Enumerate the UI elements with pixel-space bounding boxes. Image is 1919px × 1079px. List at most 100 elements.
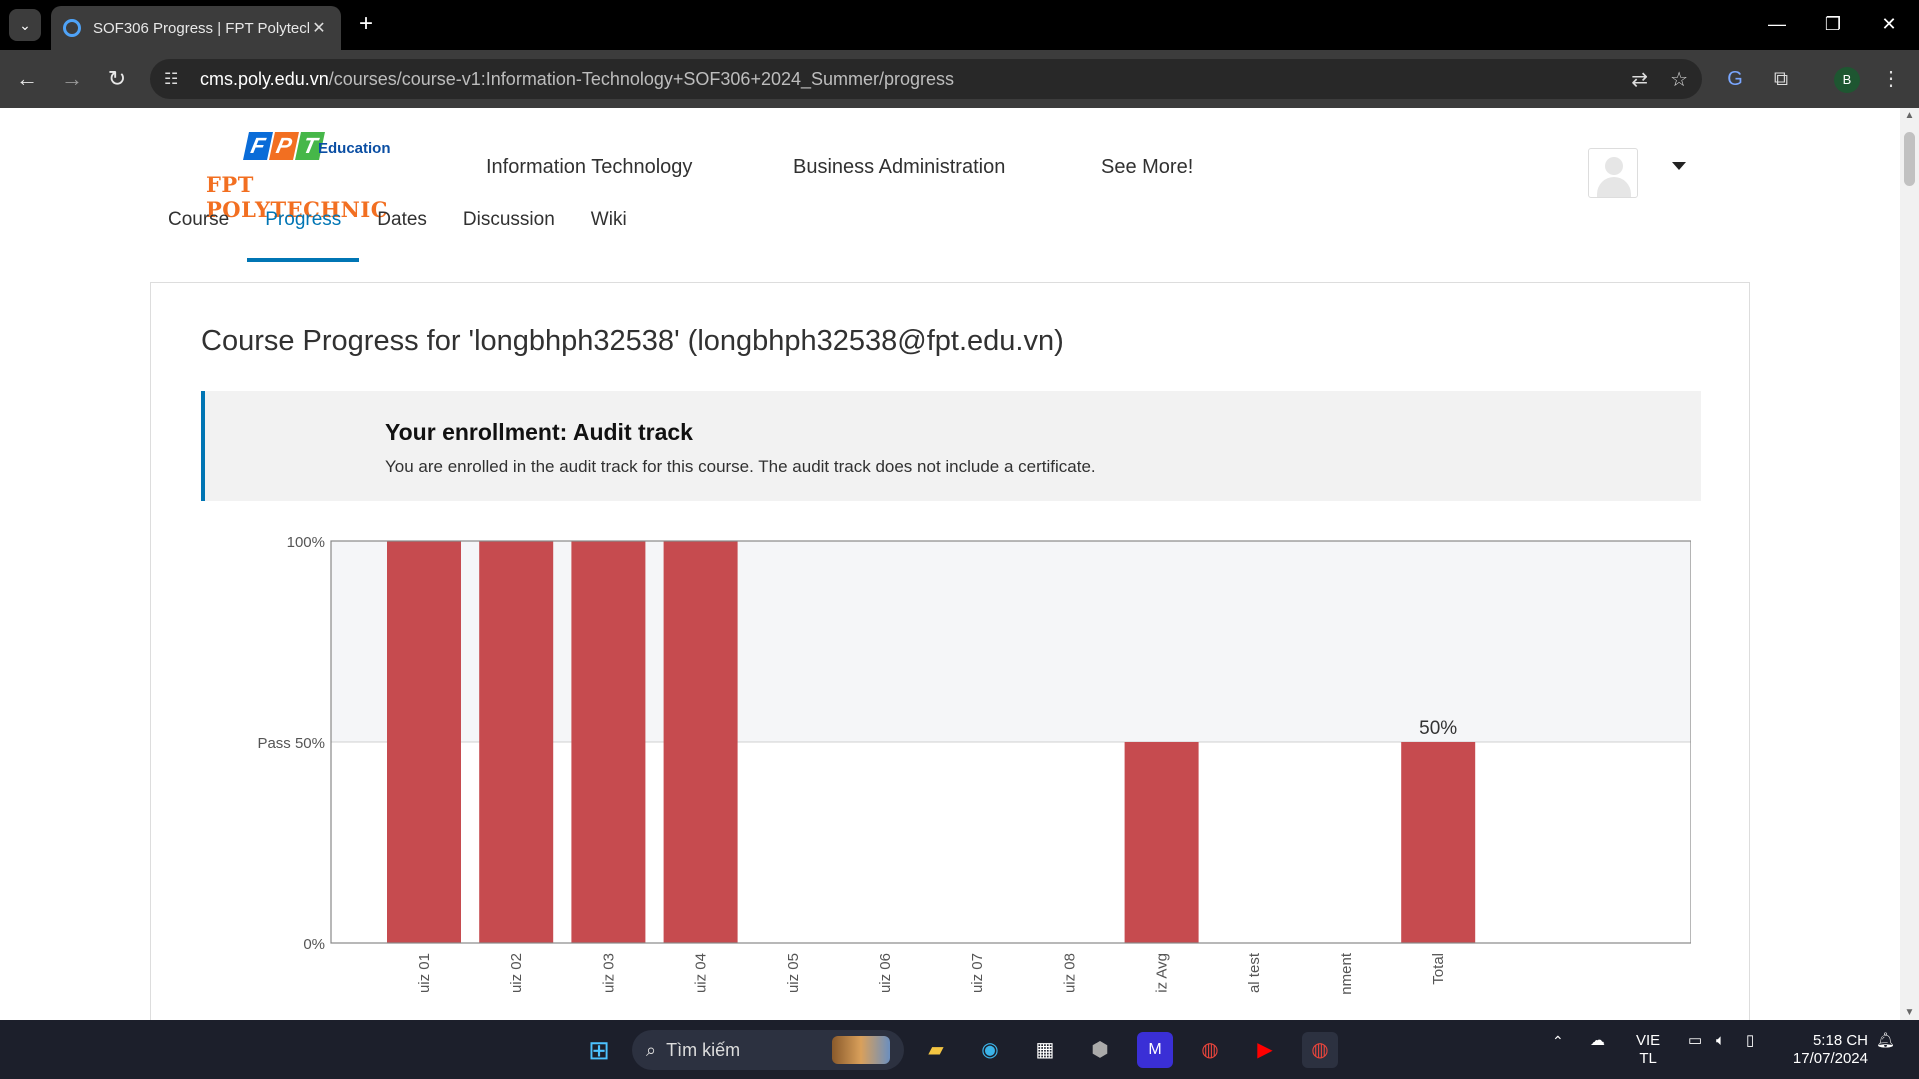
nav-see-more[interactable]: See More! bbox=[1101, 156, 1193, 179]
forward-icon[interactable]: → bbox=[57, 64, 87, 94]
x-tick-label-1: uiz 01 bbox=[416, 953, 433, 993]
taskbar-search-label: Tìm kiếm bbox=[666, 1039, 741, 1060]
data-label-1: 50% bbox=[1419, 718, 1457, 739]
notification-bell-icon[interactable]: 🔔︎ bbox=[1876, 1032, 1895, 1050]
x-tick-label-3: uiz 03 bbox=[600, 953, 617, 993]
grade-chart: uiz 01 uiz 02 uiz 03 uiz 04 uiz 05 uiz 06 uiz … bbox=[257, 534, 1691, 995]
edge-browser-icon[interactable]: ◉ bbox=[972, 1032, 1008, 1068]
user-menu-caret-icon[interactable] bbox=[1672, 162, 1686, 170]
microsoft-store-icon[interactable]: ▦ bbox=[1027, 1032, 1063, 1068]
new-tab-button[interactable]: + bbox=[352, 10, 380, 38]
x-tick-label-7: uiz 07 bbox=[969, 953, 986, 993]
enrollment-heading: Your enrollment: Audit track bbox=[385, 419, 693, 445]
logo-letter-f: F bbox=[243, 132, 273, 160]
tab-wiki[interactable]: Wiki bbox=[573, 190, 645, 262]
language-bottom: TL bbox=[1639, 1050, 1657, 1067]
page-title: Course Progress for 'longbhph32538' (lon… bbox=[201, 325, 1064, 357]
file-explorer-icon[interactable]: ▰ bbox=[918, 1032, 954, 1068]
chrome-icon[interactable]: ◍ bbox=[1192, 1032, 1228, 1068]
battery-icon[interactable]: ▯ bbox=[1746, 1032, 1754, 1050]
page-content: F P T Education FPT POLYTECHNIC Informat… bbox=[0, 108, 1900, 1020]
browser-toolbar: ← → ↻ ☷ cms.poly.edu.vn /courses/course-… bbox=[0, 50, 1919, 108]
avatar-body bbox=[1597, 177, 1631, 197]
logo-fpt-letters: F P T bbox=[243, 132, 325, 160]
tab-discussion[interactable]: Discussion bbox=[445, 190, 573, 262]
network-icon[interactable]: ▭ bbox=[1688, 1032, 1702, 1050]
url-path: /courses/course-v1:Information-Technolog… bbox=[328, 68, 955, 89]
scrollbar-thumb[interactable] bbox=[1904, 132, 1915, 186]
logo-education-text: Education bbox=[318, 140, 391, 157]
site-favicon-icon bbox=[63, 19, 81, 37]
onedrive-icon[interactable]: ☁ bbox=[1590, 1032, 1605, 1050]
reload-icon[interactable]: ↻ bbox=[102, 64, 132, 94]
tab-dates[interactable]: Dates bbox=[359, 190, 445, 262]
x-tick-label-5: uiz 05 bbox=[785, 953, 802, 993]
course-tabs: Course Progress Dates Discussion Wiki bbox=[150, 190, 645, 262]
x-tick-label-6: uiz 06 bbox=[877, 953, 894, 993]
chart-bar-3 bbox=[571, 541, 646, 943]
clock-time: 5:18 CH bbox=[1812, 1032, 1868, 1049]
page-scrollbar[interactable]: ▲ ▼ bbox=[1900, 108, 1919, 1020]
x-tick-label-11: nment bbox=[1338, 952, 1355, 995]
close-tab-icon[interactable]: ✕ bbox=[309, 18, 329, 38]
y-tick-label-3: 100% bbox=[287, 534, 325, 551]
chart-bar-4 bbox=[663, 541, 738, 943]
x-tick-label-12: Total bbox=[1430, 953, 1447, 985]
taskbar-search[interactable]: ⌕ Tìm kiếm bbox=[632, 1030, 904, 1070]
site-info-icon[interactable]: ☷ bbox=[164, 69, 186, 89]
extensions-icon[interactable]: ⧉ bbox=[1766, 64, 1796, 94]
user-avatar[interactable] bbox=[1588, 148, 1638, 198]
back-icon[interactable]: ← bbox=[12, 64, 42, 94]
progress-panel: Course Progress for 'longbhph32538' (lon… bbox=[150, 282, 1750, 1020]
tab-search-button[interactable]: ⌄ bbox=[9, 9, 41, 41]
minimize-icon[interactable]: — bbox=[1757, 8, 1797, 40]
youtube-icon[interactable]: ▶ bbox=[1247, 1032, 1283, 1068]
ai-app-icon[interactable]: M bbox=[1137, 1032, 1173, 1068]
url-host: cms.poly.edu.vn bbox=[200, 68, 329, 89]
address-bar[interactable]: ☷ cms.poly.edu.vn /courses/course-v1:Inf… bbox=[150, 59, 1702, 99]
language-indicator[interactable]: VIE TL bbox=[1636, 1032, 1660, 1068]
tab-course[interactable]: Course bbox=[150, 190, 247, 262]
x-tick-label-2: uiz 02 bbox=[508, 953, 525, 993]
show-hidden-icons-icon[interactable]: ⌃ bbox=[1552, 1032, 1564, 1050]
scroll-down-icon[interactable]: ▼ bbox=[1900, 1007, 1919, 1018]
bookmark-star-icon[interactable]: ☆ bbox=[1670, 67, 1688, 92]
clock[interactable]: 5:18 CH 17/07/2024 bbox=[1784, 1032, 1868, 1068]
enrollment-notice: Your enrollment: Audit track You are enr… bbox=[201, 391, 1701, 501]
tab-title: SOF306 Progress | FPT Polytechnic bbox=[93, 19, 309, 37]
windows-taskbar: ⊞ ⌕ Tìm kiếm ▰ ◉ ▦ ⬢ M ◍ ▶ ◍ ⌃ ☁ VIE TL … bbox=[0, 1020, 1919, 1079]
fpt-polytechnic-logo[interactable]: F P T Education FPT POLYTECHNIC bbox=[206, 132, 421, 222]
x-tick-label-9: iz Avg bbox=[1154, 953, 1171, 993]
chrome-profile-icon[interactable]: ◍ bbox=[1302, 1032, 1338, 1068]
enrollment-message: You are enrolled in the audit track for … bbox=[385, 457, 1096, 476]
browser-tabstrip: ⌄ SOF306 Progress | FPT Polytechnic ✕ + … bbox=[0, 0, 1919, 50]
profile-avatar[interactable]: B bbox=[1834, 67, 1860, 93]
tab-progress[interactable]: Progress bbox=[247, 190, 360, 262]
translate-icon[interactable]: ⇄ bbox=[1631, 67, 1648, 92]
search-highlight-image bbox=[832, 1036, 890, 1064]
scroll-up-icon[interactable]: ▲ bbox=[1900, 110, 1919, 121]
search-icon: ⌕ bbox=[646, 1039, 657, 1060]
chart-bar-12 bbox=[1401, 742, 1476, 943]
chart-bar-1 bbox=[387, 541, 461, 943]
clock-date: 17/07/2024 bbox=[1792, 1050, 1868, 1067]
close-window-icon[interactable]: ✕ bbox=[1869, 8, 1909, 40]
chevron-down-icon: ⌄ bbox=[19, 16, 31, 33]
chart-bar-9 bbox=[1124, 742, 1199, 943]
nav-information-technology[interactable]: Information Technology bbox=[486, 156, 692, 179]
google-translate-extension-icon[interactable]: G bbox=[1720, 64, 1750, 94]
y-tick-label-2: Pass 50% bbox=[257, 735, 325, 752]
browser-tab[interactable]: SOF306 Progress | FPT Polytechnic ✕ bbox=[51, 6, 341, 50]
chart-bar-2 bbox=[479, 541, 554, 943]
more-menu-icon[interactable]: ⋮ bbox=[1876, 64, 1906, 94]
restore-icon[interactable]: ❐ bbox=[1813, 8, 1853, 40]
unity-hub-icon[interactable]: ⬢ bbox=[1082, 1032, 1118, 1068]
y-tick-label-1: 0% bbox=[303, 936, 325, 953]
avatar-head bbox=[1605, 157, 1623, 175]
language-top: VIE bbox=[1636, 1032, 1661, 1049]
x-tick-label-10: al test bbox=[1246, 952, 1263, 993]
x-tick-label-8: uiz 08 bbox=[1061, 953, 1078, 993]
windows-start-icon[interactable]: ⊞ bbox=[581, 1032, 617, 1068]
volume-icon[interactable]: 🔈︎ bbox=[1716, 1032, 1725, 1050]
nav-business-administration[interactable]: Business Administration bbox=[793, 156, 1005, 179]
